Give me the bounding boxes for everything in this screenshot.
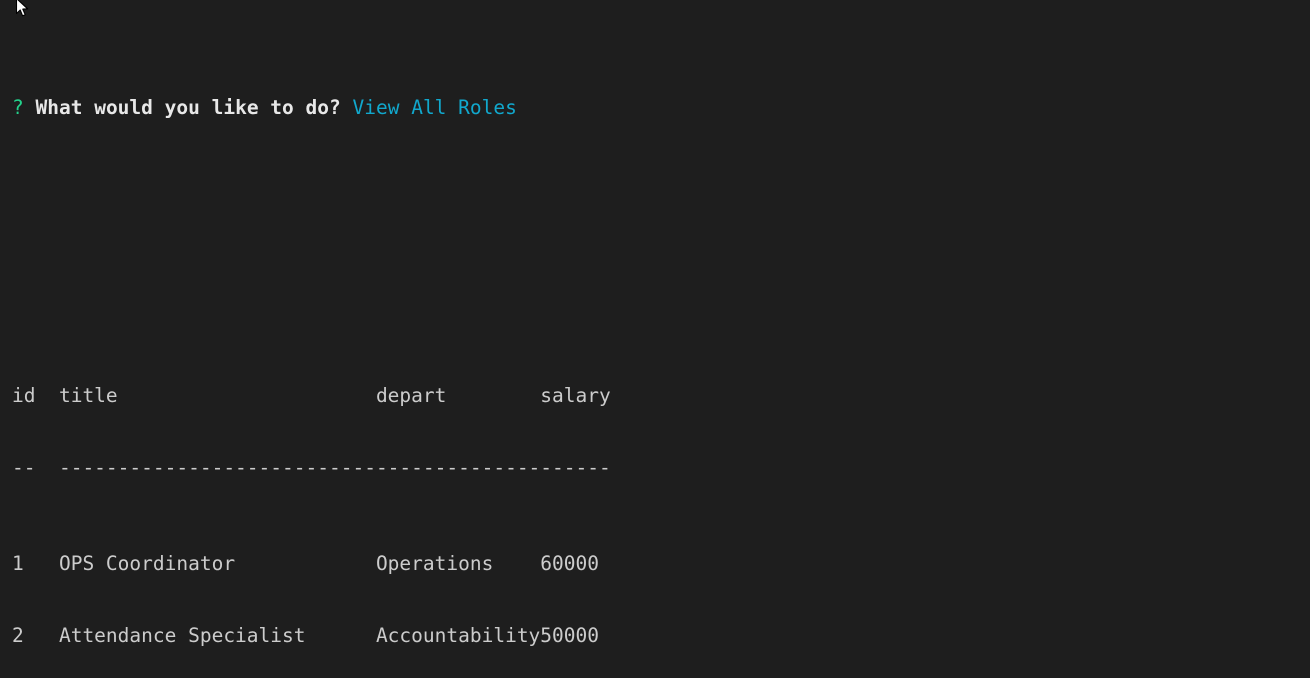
prompt-answer-roles: View All Roles [353, 96, 517, 119]
roles-header-row: id title depart salary [12, 384, 611, 407]
blank-line [12, 192, 1104, 216]
prompt-line-roles: ? What would you like to do? View All Ro… [12, 96, 1104, 120]
terminal-window[interactable]: ? What would you like to do? View All Ro… [0, 0, 1310, 678]
roles-row-1: 2 Attendance Specialist Accountability50… [12, 624, 599, 647]
roles-separator-row: -- -------------------------------------… [12, 456, 611, 479]
roles-table-separator: -- -------------------------------------… [12, 456, 1104, 480]
table-row: 2 Attendance Specialist Accountability50… [12, 624, 1104, 648]
question-marker-icon: ? [12, 96, 24, 119]
table-row: 1 OPS Coordinator Operations 60000 [12, 552, 1104, 576]
spacer [24, 96, 36, 119]
roles-row-0: 1 OPS Coordinator Operations 60000 [12, 552, 599, 575]
terminal-screen: ? What would you like to do? View All Ro… [12, 0, 1104, 678]
prompt-question: What would you like to do? [36, 96, 341, 119]
roles-table-header: id title depart salary [12, 384, 1104, 408]
blank-line [12, 264, 1104, 288]
spacer [341, 96, 353, 119]
